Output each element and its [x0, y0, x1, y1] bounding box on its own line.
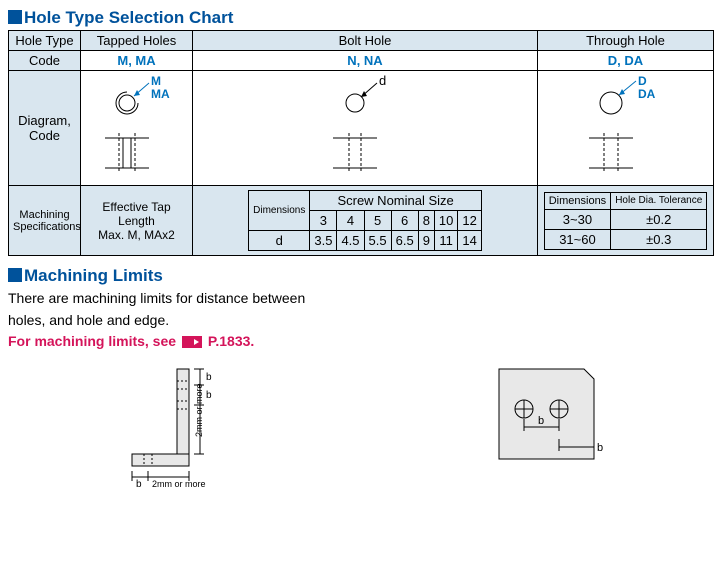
code-through: D, DA — [538, 51, 714, 71]
svg-text:D: D — [638, 74, 647, 88]
svg-text:b: b — [206, 390, 212, 401]
diagram-tapped: M MA — [81, 71, 193, 186]
svg-text:b: b — [206, 372, 212, 383]
hole-type-table: Hole Type Tapped Holes Bolt Hole Through… — [8, 30, 714, 256]
hdr-hole-type: Hole Type — [9, 31, 81, 51]
square-bullet-icon — [8, 268, 22, 282]
hdr-bolt: Bolt Hole — [193, 31, 538, 51]
spec-bolt: Dimensions Screw Nominal Size 3 4 5 6 8 … — [193, 186, 538, 256]
bolt-inner-table: Dimensions Screw Nominal Size 3 4 5 6 8 … — [248, 190, 482, 251]
limits-line1: There are machining limits for distance … — [8, 290, 713, 308]
svg-text:MA: MA — [151, 87, 170, 101]
code-tapped: M, MA — [81, 51, 193, 71]
svg-text:d: d — [379, 73, 386, 88]
svg-text:DA: DA — [638, 87, 656, 101]
through-hole-diagram-icon: D DA — [556, 73, 696, 183]
hdr-through: Through Hole — [538, 31, 714, 51]
limits-line2: holes, and hole and edge. — [8, 312, 713, 330]
square-bullet-icon — [8, 10, 22, 24]
spec-through: Dimensions Hole Dia. Tolerance 3~30 ±0.2… — [538, 186, 714, 256]
limits-diagram-left-icon: b b 2mm or more b 2mm or more — [122, 359, 282, 489]
tapped-hole-diagram-icon: M MA — [87, 73, 187, 183]
through-inner-table: Dimensions Hole Dia. Tolerance 3~30 ±0.2… — [544, 192, 708, 250]
svg-text:b: b — [597, 442, 603, 454]
svg-text:M: M — [151, 74, 161, 88]
limits-diagram-right-icon: b b — [489, 359, 619, 479]
diagram-bolt: d — [193, 71, 538, 186]
hdr-tapped: Tapped Holes — [81, 31, 193, 51]
spec-tapped: Effective Tap Length Max. M, MAx2 — [81, 186, 193, 256]
svg-text:b: b — [136, 479, 142, 489]
row-diagram-label: Diagram, Code — [9, 71, 81, 186]
limits-title: Machining Limits — [8, 266, 713, 286]
svg-text:2mm or more: 2mm or more — [152, 479, 206, 489]
diagram-through: D DA — [538, 71, 714, 186]
limits-ref-line: For machining limits, see P.1833. — [8, 333, 713, 351]
row-code-label: Code — [9, 51, 81, 71]
bolt-hole-diagram-icon: d — [295, 73, 435, 183]
svg-text:b: b — [538, 415, 544, 427]
row-spec-label: Machining Specifications — [9, 186, 81, 256]
svg-text:2mm or more: 2mm or more — [194, 383, 204, 437]
code-bolt: N, NA — [193, 51, 538, 71]
page-ref-icon — [182, 336, 202, 348]
hole-chart-title: Hole Type Selection Chart — [8, 8, 713, 28]
